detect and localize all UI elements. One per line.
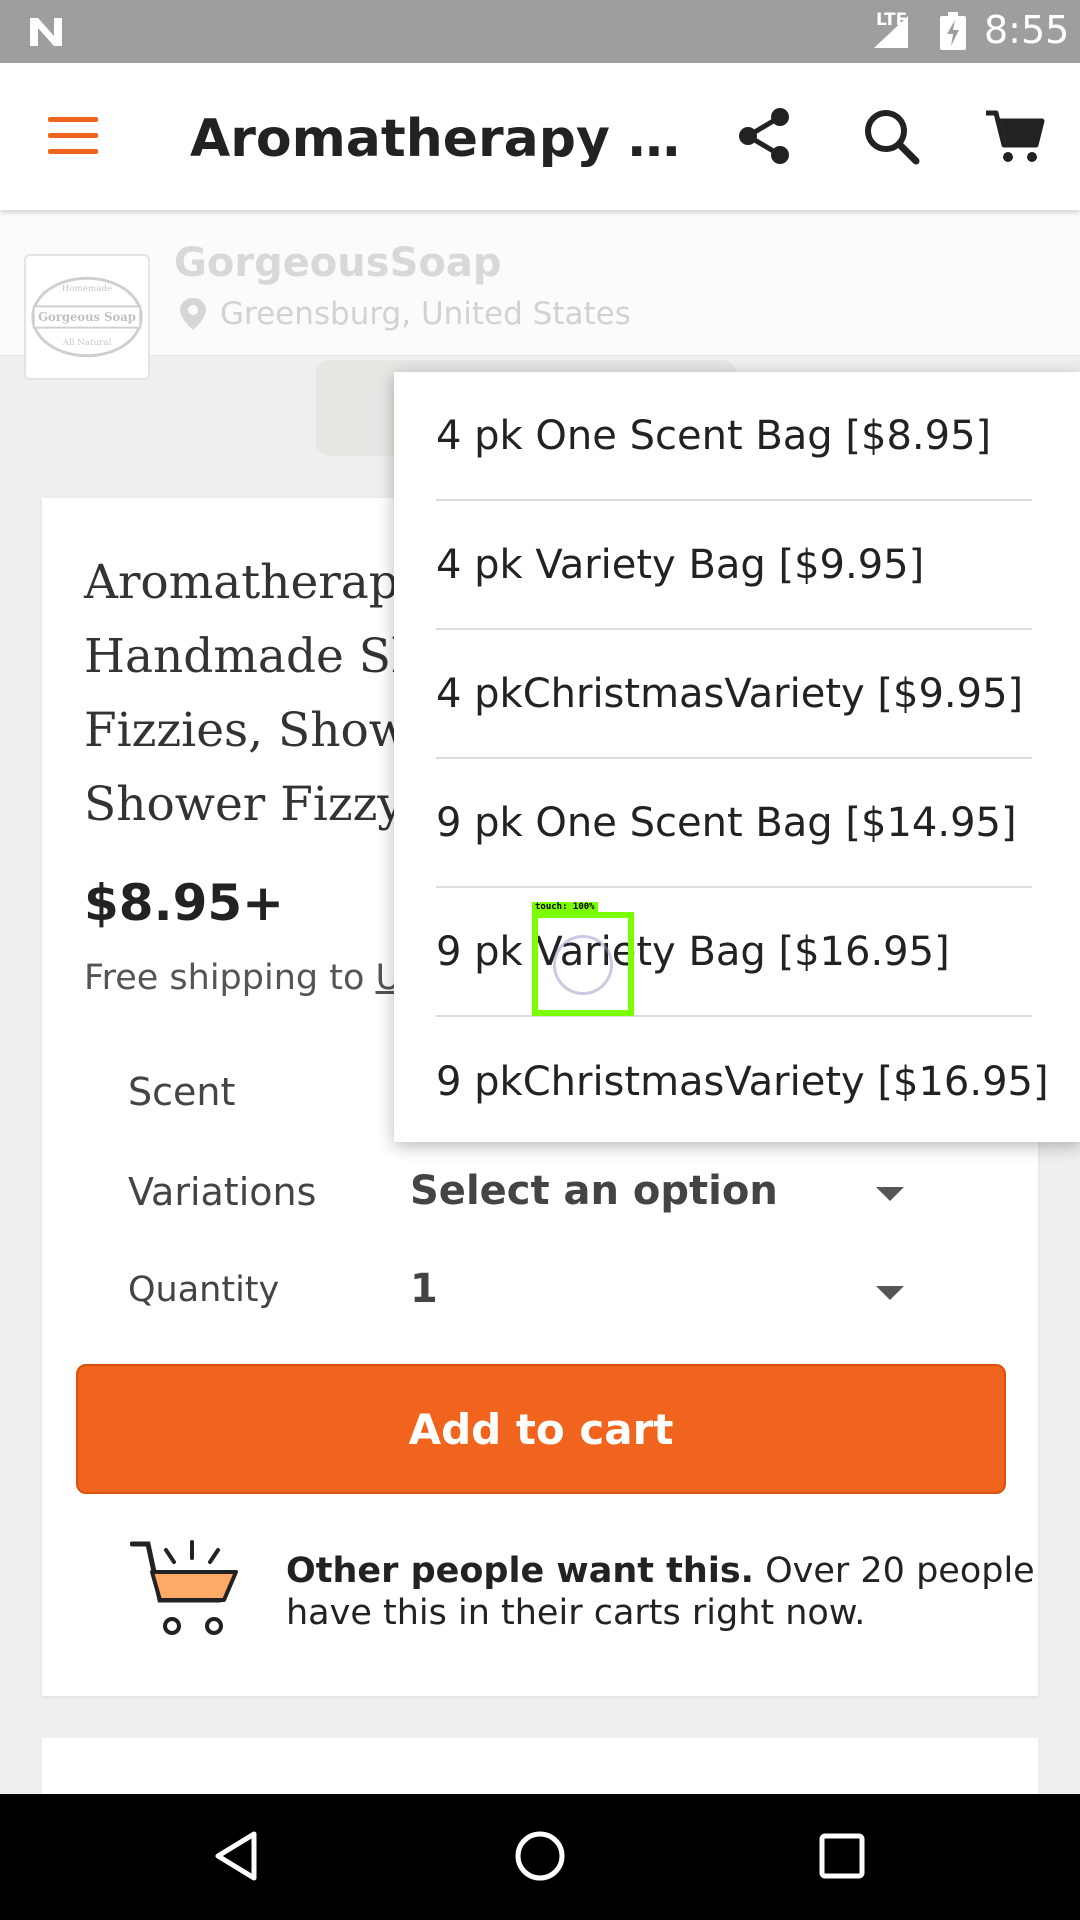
touch-ripple — [553, 935, 613, 995]
shipping-info: Free shipping to U — [84, 958, 401, 998]
quantity-label: Quantity — [128, 1270, 280, 1310]
page-title: Aromatherapy Sh… — [190, 109, 690, 169]
shop-logo: Homemade Gorgeous Soap All Natural — [24, 254, 150, 380]
variations-select[interactable]: Select an option — [410, 1168, 778, 1214]
home-icon[interactable] — [510, 1826, 570, 1886]
chevron-down-icon[interactable] — [876, 1286, 904, 1300]
social-proof-bold: Other people want this. — [286, 1551, 754, 1591]
dropdown-option[interactable]: 4 pk Variety Bag [$9.95] — [436, 501, 1032, 630]
clock: 8:55 — [984, 8, 1070, 52]
shop-location: Greensburg, United States — [220, 296, 631, 332]
shipping-text: Free shipping to — [84, 958, 376, 998]
logo-text-bottom: All Natural — [62, 338, 112, 348]
shop-name[interactable]: GorgeousSoap — [174, 240, 501, 286]
hamburger-menu-icon[interactable] — [48, 115, 98, 157]
scent-label: Scent — [128, 1070, 236, 1114]
cart-sparkle-icon — [130, 1540, 238, 1635]
system-nav-bar — [0, 1794, 1080, 1920]
logo-text-main: Gorgeous Soap — [38, 310, 136, 324]
status-bar: LTE 8:55 — [0, 0, 1080, 63]
add-to-cart-button[interactable]: Add to cart — [76, 1364, 1006, 1494]
dropdown-option[interactable]: 4 pk One Scent Bag [$8.95] — [436, 372, 1032, 501]
dropdown-option[interactable]: 9 pk One Scent Bag [$14.95] — [436, 759, 1032, 888]
logo-text-top: Homemade — [62, 284, 112, 294]
shop-header[interactable]: Homemade Gorgeous Soap All Natural Gorge… — [0, 210, 1080, 380]
location-pin-icon — [180, 298, 206, 330]
dropdown-option[interactable]: 9 pk Variety Bag [$16.95] — [436, 888, 1032, 1017]
dropdown-option[interactable]: 4 pkChristmasVariety [$9.95] — [436, 630, 1032, 759]
variations-dropdown-menu: 4 pk One Scent Bag [$8.95] 4 pk Variety … — [394, 372, 1080, 1142]
search-icon[interactable] — [862, 107, 920, 165]
back-icon[interactable] — [208, 1826, 268, 1886]
share-icon[interactable] — [736, 107, 792, 165]
app-bar: Aromatherapy Sh… — [0, 63, 1080, 210]
cart-icon[interactable] — [984, 107, 1046, 165]
chevron-down-icon[interactable] — [876, 1187, 904, 1201]
variations-label: Variations — [128, 1170, 317, 1214]
social-proof-text: Other people want this. Over 20 people h… — [286, 1550, 1046, 1634]
dropdown-option[interactable]: 9 pkChristmasVariety [$16.95] — [436, 1017, 1049, 1146]
touch-indicator-label: touch: 100% — [532, 902, 598, 912]
product-price: $8.95+ — [84, 874, 285, 932]
battery-charging-icon — [940, 12, 966, 50]
recents-icon[interactable] — [812, 1826, 872, 1886]
quantity-select[interactable]: 1 — [410, 1266, 438, 1312]
notification-n-icon — [30, 18, 62, 46]
signal-icon — [874, 16, 908, 48]
